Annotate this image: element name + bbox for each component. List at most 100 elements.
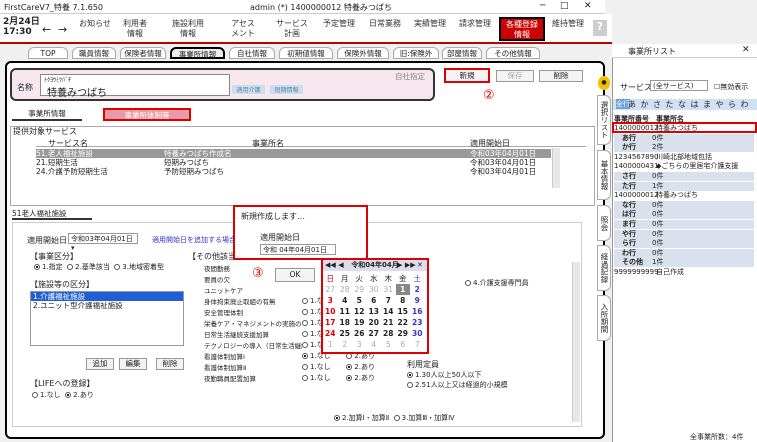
nav-item-1[interactable]: 利用者 情報 — [113, 17, 157, 41]
calendar-day[interactable]: 5 — [352, 295, 367, 306]
edit-button[interactable]: 編集 — [119, 358, 147, 370]
nav-item-4[interactable]: サービス 計画 — [270, 17, 314, 41]
calendar-day[interactable]: 10 — [323, 306, 338, 317]
name-box[interactable]: ﾄｸﾖｳﾐﾂﾊﾞﾁ 特養みつばち — [40, 74, 230, 99]
delete-button[interactable]: 削除 — [539, 70, 583, 82]
calendar-day[interactable]: 6 — [396, 339, 411, 350]
nav-item-2[interactable]: 施設利用 情報 — [160, 17, 216, 41]
calendar-day[interactable]: 28 — [381, 328, 396, 339]
tab-0[interactable]: TOP — [28, 47, 68, 59]
side-list-item[interactable]: あ行 0件 — [614, 133, 754, 143]
calendar-day[interactable]: 21 — [381, 317, 396, 328]
next-month-icon[interactable]: ▶ ▶▶ — [397, 260, 416, 271]
night-staff-radios[interactable]: 2.加算Ⅰ・加算Ⅱ 3.加算Ⅲ・加算Ⅳ — [334, 413, 455, 423]
calendar-day[interactable]: 15 — [396, 306, 411, 317]
calendar-day[interactable]: 9 — [410, 295, 425, 306]
calendar-day[interactable]: 17 — [323, 317, 338, 328]
kana-filter-5[interactable]: な — [678, 99, 686, 110]
side-list-item[interactable]: は行 0件 — [614, 210, 754, 220]
side-list-item[interactable]: 1234567890 川崎北部地域包括 — [614, 153, 754, 162]
calendar-day[interactable]: 25 — [338, 328, 353, 339]
side-list-item[interactable]: 9999999999 自己作成 — [614, 268, 754, 277]
side-list-item[interactable]: か行 2件 — [614, 143, 754, 153]
tab-7[interactable]: 旧:保険外 — [393, 47, 439, 59]
table-row[interactable]: 24.介護予防短期生活 予防短期みつばち 令和03年04月01日 — [36, 167, 551, 176]
capacity-radios[interactable]: 1.30人以上50人以下 2.51人以上又は経過的小規模 — [407, 370, 508, 390]
forward-arrow-icon[interactable]: → — [58, 23, 67, 36]
calendar-day[interactable]: 28 — [338, 284, 353, 295]
calendar-day[interactable]: 1 — [395, 284, 410, 295]
calendar-day[interactable]: 19 — [352, 317, 367, 328]
tab-8[interactable]: 部屋情報 — [442, 47, 482, 59]
calendar-day[interactable]: 16 — [410, 306, 425, 317]
calendar-day[interactable]: 30 — [410, 328, 425, 339]
calendar-day[interactable]: 20 — [367, 317, 382, 328]
kana-filter-10[interactable]: わ — [741, 99, 749, 110]
short-info-button[interactable]: 短期情報 — [270, 85, 303, 94]
nav-item-3[interactable]: アセス メント — [220, 17, 266, 41]
minimize-icon[interactable]: ─ — [540, 1, 545, 11]
new-button[interactable]: 新規 — [444, 68, 490, 83]
other-item-radios[interactable]: 1.なし 2.あり — [302, 373, 375, 383]
calendar-day[interactable]: 29 — [352, 284, 367, 295]
kana-filter-8[interactable]: や — [716, 99, 724, 110]
kana-filter-6[interactable]: は — [691, 99, 699, 110]
table-row[interactable]: 51.老人福祉施設 特養みつばち作成名 令和03年04月01日 — [36, 149, 551, 158]
tab-facility-info[interactable]: 事業所情報 — [12, 108, 82, 121]
calendar-day[interactable]: 12 — [352, 306, 367, 317]
calendar-day[interactable]: 13 — [367, 306, 382, 317]
side-list-item[interactable]: や行 0件 — [614, 229, 754, 239]
side-list-item[interactable]: ま行 0件 — [614, 220, 754, 229]
kana-filter-4[interactable]: た — [666, 99, 674, 110]
nav-item-7[interactable]: 実績管理 — [409, 17, 451, 41]
calendar-day[interactable]: 14 — [381, 306, 396, 317]
care-button[interactable]: 適用介護 — [232, 85, 265, 94]
calendar-day[interactable]: 11 — [338, 306, 353, 317]
start-date-select[interactable]: 令和03年04月01日 ▾ — [68, 233, 138, 252]
calendar-day[interactable]: 4 — [338, 295, 353, 306]
calendar-day[interactable]: 24 — [323, 328, 338, 339]
list-item[interactable]: 1.介護福祉施設 — [31, 292, 183, 301]
service-scrollbar[interactable] — [552, 148, 560, 188]
side-list-item[interactable]: さ行 0件 — [614, 172, 754, 181]
side-vtab-3[interactable]: 経過記録 — [597, 245, 611, 291]
kana-filter-9[interactable]: ら — [728, 99, 736, 110]
side-list-item[interactable]: 1400000012 特養みつばち — [614, 124, 754, 133]
calendar-day[interactable]: 23 — [410, 317, 425, 328]
side-list-item[interactable]: ら行 0件 — [614, 239, 754, 249]
side-list-item[interactable]: た行 1件 — [614, 181, 754, 191]
calendar-day[interactable]: 18 — [338, 317, 353, 328]
nav-item-5[interactable]: 予定管理 — [318, 17, 360, 41]
calendar-day[interactable]: 4 — [367, 339, 382, 350]
nav-item-6[interactable]: 日常業務 — [364, 17, 406, 41]
side-vtab-4[interactable]: 入所期間 — [597, 295, 611, 341]
calendar-day[interactable]: 26 — [352, 328, 367, 339]
calendar-day[interactable]: 8 — [396, 295, 411, 306]
tab-facility-system[interactable]: 事業所体制等 — [103, 108, 191, 121]
calendar-day[interactable]: 7 — [381, 295, 396, 306]
side-vtab-2[interactable]: 照会 — [597, 205, 611, 241]
calendar-day[interactable]: 3 — [352, 339, 367, 350]
hide-invalid-checkbox[interactable]: ☐無効表示 — [714, 82, 748, 92]
side-close-icon[interactable]: ✕ — [742, 45, 750, 55]
prev-month-icon[interactable]: ◀◀ ◀ — [325, 260, 344, 271]
help-icon[interactable]: ? — [593, 20, 607, 36]
other-item-radios[interactable]: 1.なし 2.あり — [302, 362, 375, 372]
calendar-day[interactable]: 22 — [396, 317, 411, 328]
side-list-item[interactable]: 1400000012 特養みつばち — [614, 191, 754, 200]
tab-3[interactable]: 事業所情報 — [170, 47, 225, 59]
nav-item-8[interactable]: 請求管理 — [454, 17, 496, 41]
maximize-icon[interactable]: □ — [560, 1, 569, 11]
kana-filter-1[interactable]: あ — [628, 99, 636, 110]
calendar-day[interactable]: 3 — [323, 295, 338, 306]
calendar-day[interactable]: 30 — [367, 284, 382, 295]
tab-5[interactable]: 初期値情報 — [279, 47, 333, 59]
dialog-date-input[interactable]: 令和 04年04月01日 — [260, 244, 336, 255]
remove-button[interactable]: 削除 — [156, 358, 184, 370]
side-vtab-1[interactable]: 基本情報 — [597, 150, 611, 200]
kana-filter-7[interactable]: ま — [703, 99, 711, 110]
care-manager-radio[interactable]: 4.介護支援専門員 — [465, 278, 529, 288]
calendar-day[interactable]: 7 — [410, 339, 425, 350]
nav-item-0[interactable]: お知らせ — [78, 17, 112, 41]
calendar-day[interactable]: 2 — [338, 339, 353, 350]
